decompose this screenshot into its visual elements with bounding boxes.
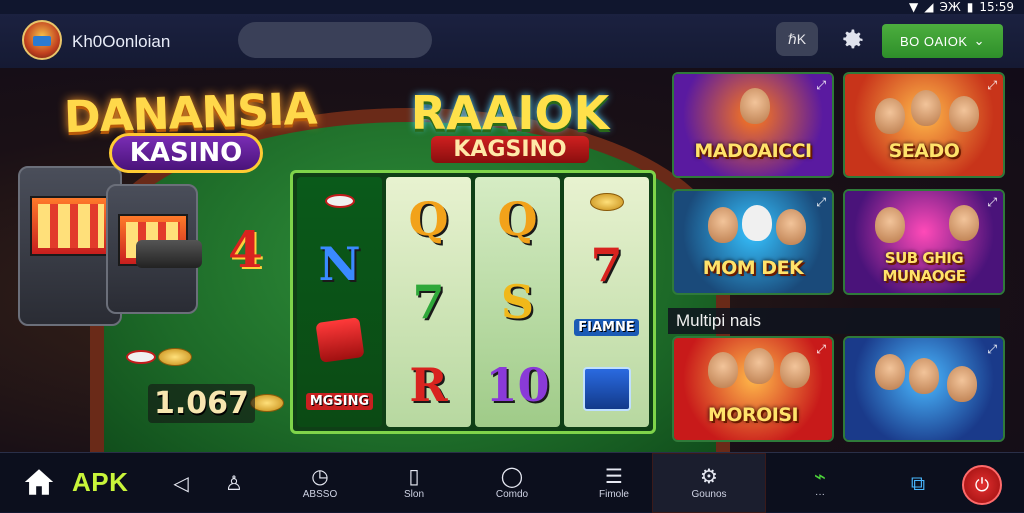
app-header: Kh0Oonloian ℏK BO OAIOK ⌄ [0,14,1024,68]
wifi-icon: ▼ [909,0,919,14]
expand-icon[interactable]: ⤢ [816,78,826,93]
timer-icon: ◷ [311,464,329,488]
list-icon: ☰ [605,464,623,488]
expand-icon[interactable]: ⤢ [987,78,997,93]
app-logo-icon[interactable] [22,20,62,60]
status-time: 15:59 [979,0,1014,14]
promo-logo-center-title: RAAIOK [410,86,610,140]
apk-button[interactable]: APK [72,467,128,498]
table-number: 4 [228,220,263,279]
nav-label: Gounos [691,489,727,500]
power-icon: ⏻ [974,474,990,495]
reel-symbol: N [318,236,361,291]
promo-logo-center-sub: KAGSINO [431,136,589,163]
reel-dice-label: MGSING [305,393,374,411]
reel-4: 7 FIAMNE [564,177,649,427]
game-tile[interactable]: ⤢ SUB GHIG MUNAOGE [843,189,1005,295]
nav-item-slon[interactable]: ▯ Slon [388,453,440,513]
profile-gift-button[interactable]: ♙ [216,453,252,513]
cta-button[interactable]: BO OAIOK ⌄ [882,24,1003,58]
blue-card-icon [582,367,631,412]
main-stage: DANANSIA KASINO RAAIOK KAGSINO 4 N MGSIN… [0,68,1024,452]
reel-1: N MGSING [297,177,382,427]
reel-symbol: 7 [412,274,445,329]
dice-icon [314,317,365,363]
nav-label: Slon [403,489,424,500]
reel-symbol: Q [408,191,449,246]
game-tile[interactable]: ⤢ MOROISI [672,336,834,442]
status-text: ЭЖ [939,0,961,14]
promo-logo-center: RAAIOK KAGSINO [390,86,630,163]
reel-symbol: 10 [485,358,550,413]
gear-icon[interactable] [838,26,866,54]
box-button-label: ℏK [787,30,807,47]
box-button[interactable]: ℏK [776,22,818,56]
user-gift-icon: ♙ [225,471,243,495]
slot-lever-image [136,240,202,268]
game-tile-title: SEADO [888,140,960,162]
expand-icon[interactable]: ⤢ [816,195,826,210]
page-icon: ▯ [408,464,420,488]
gold-coin-icon [250,394,284,412]
reel-symbol: S [500,274,535,329]
promo-logo-left-title: DANANSIA [63,83,318,144]
nav-item-comdo[interactable]: ◯ Comdo [486,453,538,513]
back-button[interactable]: ◁ [166,453,196,513]
app-title: Kh0Oonloian [72,32,171,51]
search-input[interactable] [238,22,432,58]
share-box-icon: ⧉ [910,471,926,495]
cta-label: BO OAIOK [900,33,968,49]
casino-chip-icon [126,350,156,364]
game-tile[interactable]: ⤢ MADOAICCI [672,72,834,178]
gear-icon: ⚙ [700,464,718,488]
section-heading: Multipi nais [668,308,1000,334]
battery-icon: ▮ [966,0,974,14]
home-icon[interactable] [22,465,56,499]
reel-symbol: R [409,358,448,413]
reel-symbol: Q [497,191,538,246]
reel-face-label: FIAMNE [574,319,639,337]
back-arrow-icon: ◁ [173,471,189,495]
reel-symbol: 7 [590,237,623,292]
game-tile-title: MOROISI [707,404,799,426]
nav-item-absso[interactable]: ◷ ABSSO [294,453,346,513]
share-button[interactable]: ⧉ [898,453,938,513]
signal-green-icon: ⌁ [813,464,827,488]
nav-item-gounos[interactable]: ⚙ Gounos [652,453,766,513]
promo-logo-left: DANANSIA KASINO [63,83,317,173]
game-tile-title: MADOAICCI [694,140,812,162]
game-tile[interactable]: ⤢ SEADO [843,72,1005,178]
reel-3: Q S 10 [475,177,560,427]
expand-icon[interactable]: ⤢ [987,342,997,357]
signal-icon: ◢ [924,0,934,14]
game-tile[interactable]: ⤢ [843,336,1005,442]
nav-label: ABSSO [302,489,338,500]
nav-item-signal[interactable]: ⌁ ··· [796,453,844,513]
balance-display: 1.067 [148,384,255,423]
game-tile-title: SUB GHIG MUNAOGE [882,249,966,285]
game-tile[interactable]: ⤢ MOM DEK [672,189,834,295]
slot-reels[interactable]: N MGSING Q 7 R Q S 10 7 FIAMNE [290,170,656,434]
reel-2: Q 7 R [386,177,471,427]
nav-item-fimole[interactable]: ☰ Fimole [588,453,640,513]
bulb-icon: ◯ [500,464,524,488]
expand-icon[interactable]: ⤢ [987,195,997,210]
nav-label: Fimole [598,489,629,500]
power-button[interactable]: ⏻ [962,465,1002,505]
expand-icon[interactable]: ⤢ [816,342,826,357]
game-tile-title: MOM DEK [702,257,804,279]
chevron-down-icon: ⌄ [973,33,985,48]
gold-coin-icon [589,192,624,211]
casino-chip-icon [324,193,355,208]
nav-label: Comdo [495,489,529,500]
gold-coin-icon [158,348,192,366]
bottom-nav: APK ◁ ♙ ◷ ABSSO ▯ Slon ◯ Comdo ☰ Fimole … [0,452,1024,513]
status-bar: ▼ ◢ ЭЖ ▮ 15:59 [864,0,1024,14]
